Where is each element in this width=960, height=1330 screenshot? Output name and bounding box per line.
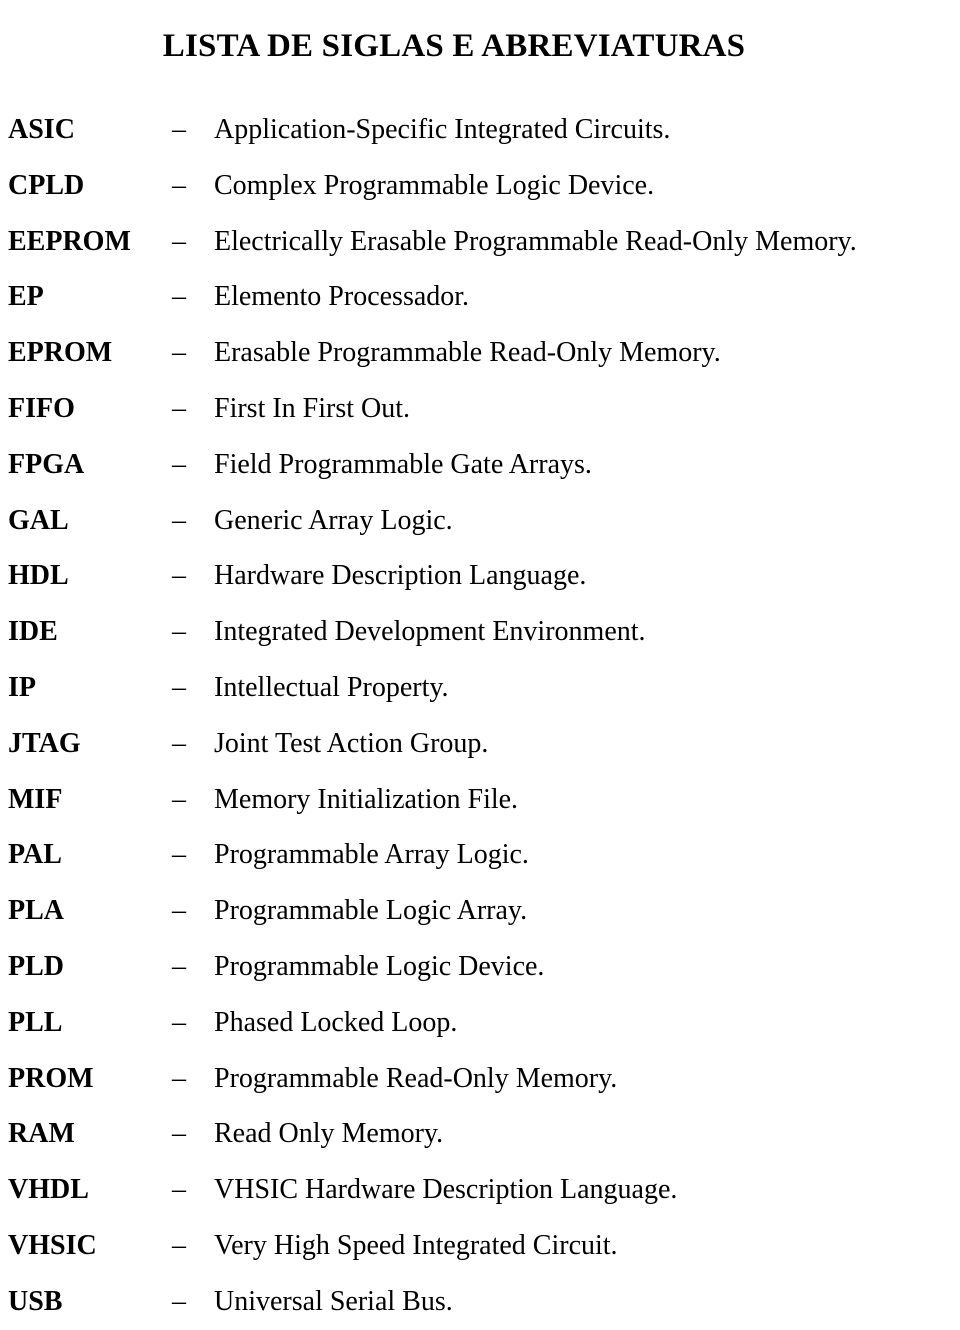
- abbreviation-term: PLL: [8, 1006, 63, 1038]
- entry-separator-dash: –: [172, 616, 186, 648]
- abbreviation-term: EPROM: [8, 337, 113, 369]
- abbreviation-definition: Field Programmable Gate Arrays.: [214, 448, 592, 480]
- abbreviation-entry: IP – Intellectual Property.: [0, 660, 960, 716]
- abbreviation-definition: Complex Programmable Logic Device.: [214, 169, 655, 201]
- abbreviation-definition: Phased Locked Loop.: [214, 1006, 458, 1038]
- abbreviation-term: CPLD: [8, 169, 85, 201]
- abbreviation-definition: Elemento Processador.: [214, 281, 470, 313]
- entry-separator-dash: –: [172, 1174, 186, 1206]
- abbreviation-entry: ASIC – Application-Specific Integrated Cir…: [0, 102, 960, 158]
- entry-separator-dash: –: [172, 839, 186, 871]
- abbreviation-term: PAL: [8, 839, 62, 871]
- abbreviation-definition: Very High Speed Integrated Circuit.: [214, 1229, 618, 1261]
- abbreviation-entry: EEPROM – Electrically Erasable Programmabl…: [0, 214, 960, 270]
- entry-separator-dash: –: [172, 560, 186, 592]
- abbreviation-definition: Programmable Read-Only Memory.: [214, 1062, 618, 1094]
- abbreviation-entry: EP – Elemento Processador.: [0, 269, 960, 325]
- abbreviation-entry: RAM – Read Only Memory.: [0, 1106, 960, 1162]
- abbreviation-definition: Read Only Memory.: [214, 1118, 444, 1150]
- abbreviation-definition: Application-Specific Integrated Circuits…: [214, 114, 671, 145]
- entry-separator-dash: –: [172, 225, 186, 257]
- abbreviation-term: IP: [8, 671, 36, 703]
- abbreviation-entry: FPGA – Field Programmable Gate Arrays.: [0, 437, 960, 493]
- abbreviation-term: USB: [8, 1285, 63, 1317]
- abbreviation-definition: VHSIC Hardware Description Language.: [214, 1174, 678, 1206]
- entry-separator-dash: –: [172, 114, 186, 145]
- abbreviation-entry: HDL – Hardware Description Language.: [0, 548, 960, 604]
- entry-separator-dash: –: [172, 169, 186, 201]
- abbreviation-definition: Hardware Description Language.: [214, 560, 587, 592]
- abbreviation-definition: Joint Test Action Group.: [214, 727, 489, 759]
- abbreviation-definition: Programmable Logic Array.: [214, 895, 528, 927]
- entry-separator-dash: –: [172, 504, 186, 536]
- abbreviation-entry: PAL – Programmable Array Logic.: [0, 827, 960, 883]
- abbreviation-entry: VHDL – VHSIC Hardware Description Language…: [0, 1162, 960, 1218]
- document-page: LISTA DE SIGLAS E ABREVIATURAS ASIC – Appl…: [0, 0, 960, 1321]
- abbreviation-definition: Memory Initialization File.: [214, 783, 519, 815]
- abbreviation-term: GAL: [8, 504, 69, 536]
- abbreviation-term: IDE: [8, 616, 58, 648]
- abbreviation-entry: IDE – Integrated Development Environment.: [0, 604, 960, 660]
- abbreviation-definition: Electrically Erasable Programmable Read-…: [214, 225, 857, 257]
- abbreviation-term: EEPROM: [8, 225, 131, 257]
- entry-separator-dash: –: [172, 337, 186, 369]
- entry-separator-dash: –: [172, 895, 186, 927]
- abbreviation-term: VHSIC: [8, 1229, 97, 1261]
- abbreviation-term: PLD: [8, 950, 64, 982]
- abbreviation-entry: MIF – Memory Initialization File.: [0, 772, 960, 828]
- abbreviation-term: PLA: [8, 895, 64, 927]
- abbreviation-entry: PLL – Phased Locked Loop.: [0, 995, 960, 1051]
- entry-separator-dash: –: [172, 1118, 186, 1150]
- abbreviation-entry: PROM – Programmable Read-Only Memory.: [0, 1051, 960, 1107]
- abbreviation-entry: JTAG – Joint Test Action Group.: [0, 716, 960, 772]
- abbreviation-entry: GAL – Generic Array Logic.: [0, 493, 960, 549]
- abbreviation-term: PROM: [8, 1062, 94, 1094]
- entry-separator-dash: –: [172, 1006, 186, 1038]
- entry-separator-dash: –: [172, 1285, 186, 1317]
- page-title: LISTA DE SIGLAS E ABREVIATURAS: [162, 28, 746, 65]
- abbreviation-term: ASIC: [8, 114, 75, 145]
- entry-separator-dash: –: [172, 281, 186, 313]
- abbreviation-term: FPGA: [8, 448, 85, 480]
- abbreviation-entry: USB – Universal Serial Bus.: [0, 1274, 960, 1330]
- abbreviation-definition: First In First Out.: [214, 392, 411, 424]
- abbreviation-definition: Intellectual Property.: [214, 671, 449, 703]
- abbreviation-definition: Programmable Array Logic.: [214, 839, 529, 871]
- abbreviation-entry: CPLD – Complex Programmable Logic Device.: [0, 158, 960, 214]
- entry-separator-dash: –: [172, 671, 186, 703]
- entry-separator-dash: –: [172, 950, 186, 982]
- abbreviation-entry: FIFO – First In First Out.: [0, 381, 960, 437]
- entry-separator-dash: –: [172, 1062, 186, 1094]
- abbreviation-list: ASIC – Application-Specific Integrated Cir…: [0, 102, 960, 1330]
- abbreviation-definition: Programmable Logic Device.: [214, 950, 545, 982]
- abbreviation-term: FIFO: [8, 392, 75, 424]
- entry-separator-dash: –: [172, 783, 186, 815]
- abbreviation-definition: Integrated Development Environment.: [214, 616, 646, 648]
- abbreviation-definition: Universal Serial Bus.: [214, 1285, 453, 1317]
- abbreviation-entry: PLD – Programmable Logic Device.: [0, 939, 960, 995]
- abbreviation-term: JTAG: [8, 727, 81, 759]
- abbreviation-entry: PLA – Programmable Logic Array.: [0, 883, 960, 939]
- entry-separator-dash: –: [172, 448, 186, 480]
- abbreviation-entry: VHSIC – Very High Speed Integrated Circuit…: [0, 1218, 960, 1274]
- abbreviation-term: EP: [8, 281, 44, 313]
- entry-separator-dash: –: [172, 1229, 186, 1261]
- abbreviation-definition: Generic Array Logic.: [214, 504, 453, 536]
- abbreviation-definition: Erasable Programmable Read-Only Memory.: [214, 337, 721, 369]
- abbreviation-term: HDL: [8, 560, 69, 592]
- abbreviation-term: RAM: [8, 1118, 75, 1150]
- abbreviation-term: MIF: [8, 783, 63, 815]
- entry-separator-dash: –: [172, 727, 186, 759]
- abbreviation-entry: EPROM – Erasable Programmable Read-Only Me…: [0, 325, 960, 381]
- entry-separator-dash: –: [172, 392, 186, 424]
- abbreviation-term: VHDL: [8, 1174, 89, 1206]
